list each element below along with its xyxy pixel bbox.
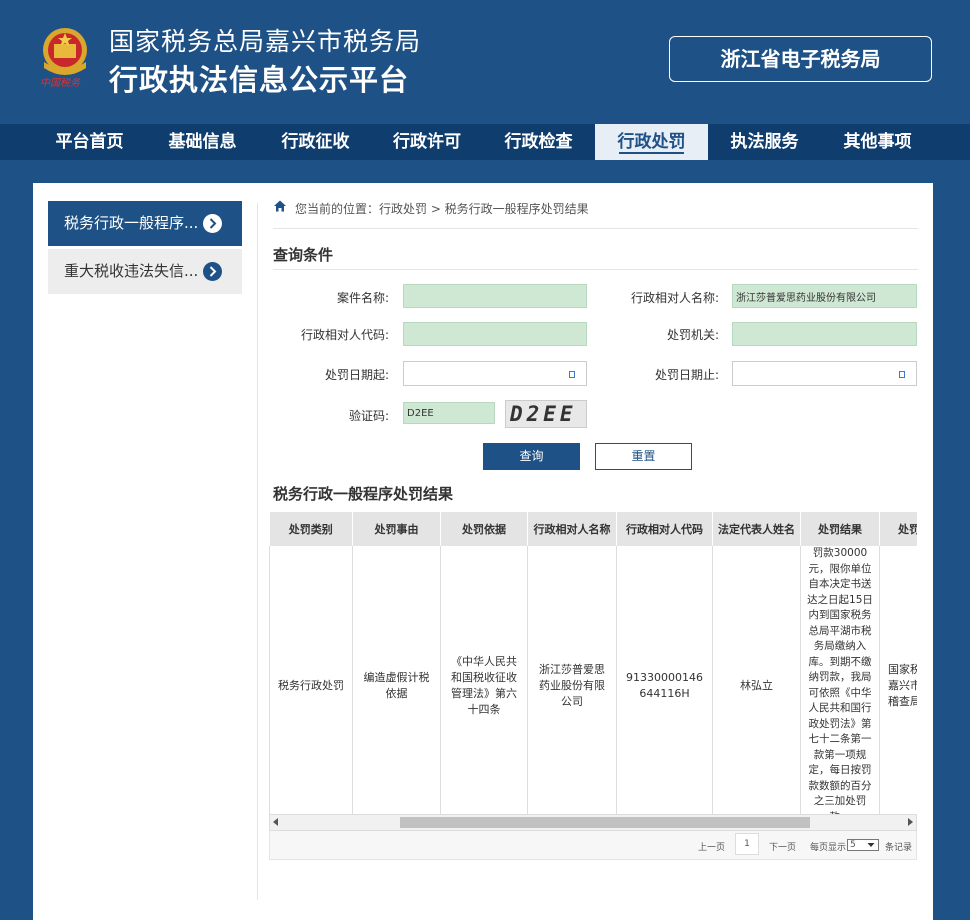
party-code-input[interactable]	[403, 322, 587, 346]
date-start-input[interactable]	[403, 361, 587, 386]
breadcrumb: 您当前的位置：行政处罚 > 税务行政一般程序处罚结果	[273, 199, 918, 229]
site-header: 中国税务 国家税务总局嘉兴市税务局 行政执法信息公示平台 浙江省电子税务局	[0, 0, 970, 124]
table-cell-party-code: 91330000146644116H	[616, 546, 713, 814]
nav-item-basic-info[interactable]: 基础信息	[146, 124, 259, 160]
captcha-input[interactable]	[403, 402, 495, 424]
header-title-platform: 行政执法信息公示平台	[109, 63, 410, 97]
main-nav: 平台首页 基础信息 行政征收 行政许可 行政检查 行政处罚 执法服务 其他事项	[0, 124, 970, 160]
nav-item-other[interactable]: 其他事项	[821, 124, 934, 160]
party-name-input[interactable]	[732, 284, 917, 308]
results-table-viewport: 处罚类别 处罚事由 处罚依据 行政相对人名称 行政相对人代码 法定代表人姓名 处…	[269, 512, 917, 814]
column-header: 处罚依据	[440, 512, 528, 546]
horizontal-scrollbar[interactable]	[269, 814, 917, 831]
date-start-label: 处罚日期起:	[324, 368, 389, 382]
date-end-input[interactable]	[732, 361, 917, 386]
sidebar-item-label: 重大税收违法失信...	[64, 262, 199, 280]
results-table: 处罚类别 处罚事由 处罚依据 行政相对人名称 行政相对人代码 法定代表人姓名 处…	[269, 512, 917, 814]
emblem-text: 中国税务	[40, 78, 80, 89]
query-section-title: 查询条件	[273, 246, 334, 264]
nav-item-penalty-label: 行政处罚	[617, 132, 686, 152]
column-header: 处罚结果	[800, 512, 880, 546]
authority-input[interactable]	[732, 322, 917, 346]
table-row[interactable]: 税务行政处罚 编造虚假计税依据 《中华人民共和国税收征收管理法》第六十四条 浙江…	[269, 546, 917, 814]
next-page-link[interactable]: 下一页	[769, 840, 796, 853]
records-suffix: 条记录	[885, 843, 913, 853]
case-name-input[interactable]	[403, 284, 587, 308]
chevron-down-icon	[867, 843, 875, 847]
page-number-current[interactable]: 1	[735, 833, 759, 855]
table-cell-reason: 编造虚假计税依据	[352, 546, 441, 814]
per-page-value: 5	[850, 840, 856, 850]
scroll-left-icon[interactable]	[273, 818, 278, 826]
column-header: 行政相对人名称	[527, 512, 617, 546]
home-icon[interactable]	[273, 199, 287, 216]
sidebar-item-label: 税务行政一般程序...	[64, 214, 199, 232]
party-name-label: 行政相对人名称:	[630, 291, 719, 305]
calendar-icon[interactable]	[899, 371, 905, 378]
search-button[interactable]: 查询	[483, 443, 580, 470]
table-header-row: 处罚类别 处罚事由 处罚依据 行政相对人名称 行政相对人代码 法定代表人姓名 处…	[269, 512, 917, 546]
column-header: 处罚	[879, 512, 917, 546]
scrollbar-thumb[interactable]	[400, 817, 810, 828]
zhejiang-e-tax-button[interactable]: 浙江省电子税务局	[669, 36, 932, 82]
chevron-right-icon	[203, 262, 222, 281]
table-cell-legal-rep: 林弘立	[712, 546, 801, 814]
captcha-image[interactable]: D2EE	[505, 400, 587, 428]
table-cell-basis: 《中华人民共和国税收征收管理法》第六十四条	[440, 546, 528, 814]
reset-button[interactable]: 重置	[595, 443, 692, 470]
query-section-divider	[273, 269, 918, 270]
column-header: 行政相对人代码	[616, 512, 713, 546]
authority-label: 处罚机关:	[666, 328, 719, 342]
prev-page-link[interactable]: 上一页	[698, 840, 725, 853]
per-page-select[interactable]: 5	[847, 839, 879, 851]
nav-item-service[interactable]: 执法服务	[708, 124, 821, 160]
scroll-right-icon[interactable]	[908, 818, 913, 826]
sidebar-divider	[257, 203, 258, 900]
table-cell-party-name: 浙江莎普爱思药业股份有限公司	[527, 546, 617, 814]
table-cell-result: 罚款30000元，限你单位自本决定书送达之日起15日内到国家税务总局平湖市税务局…	[800, 546, 880, 814]
sidebar-item-general-penalty[interactable]: 税务行政一般程序...	[48, 201, 242, 246]
table-cell-category: 税务行政处罚	[269, 546, 353, 814]
breadcrumb-text: 您当前的位置：行政处罚 > 税务行政一般程序处罚结果	[295, 202, 589, 216]
nav-active-underline	[619, 152, 684, 154]
per-page-label: 每页显示	[810, 843, 847, 853]
pagination: 上一页 1 下一页 每页显示 5 条记录	[269, 831, 917, 860]
nav-item-levy[interactable]: 行政征收	[259, 124, 372, 160]
party-code-label: 行政相对人代码:	[300, 328, 389, 342]
nav-item-inspection[interactable]: 行政检查	[482, 124, 595, 160]
chevron-right-icon	[203, 214, 222, 233]
case-name-label: 案件名称:	[336, 291, 389, 305]
nav-item-license[interactable]: 行政许可	[372, 124, 482, 160]
date-end-label: 处罚日期止:	[654, 368, 719, 382]
results-section-title: 税务行政一般程序处罚结果	[273, 485, 454, 503]
column-header: 处罚类别	[269, 512, 353, 546]
calendar-icon[interactable]	[569, 371, 575, 378]
tax-emblem-icon: 中国税务	[36, 24, 94, 92]
column-header: 处罚事由	[352, 512, 441, 546]
nav-item-penalty[interactable]: 行政处罚	[595, 124, 708, 160]
captcha-label: 验证码:	[348, 409, 389, 423]
header-title-bureau: 国家税务总局嘉兴市税务局	[109, 27, 422, 56]
nav-item-home[interactable]: 平台首页	[33, 124, 146, 160]
sidebar-item-major-violation[interactable]: 重大税收违法失信...	[48, 249, 242, 294]
content-panel: 税务行政一般程序... 重大税收违法失信... 您当前的位置：行政处罚 > 税务…	[33, 183, 933, 920]
column-header: 法定代表人姓名	[712, 512, 801, 546]
table-cell-authority: 国家税务总局嘉兴市税务局稽查局	[879, 546, 917, 814]
